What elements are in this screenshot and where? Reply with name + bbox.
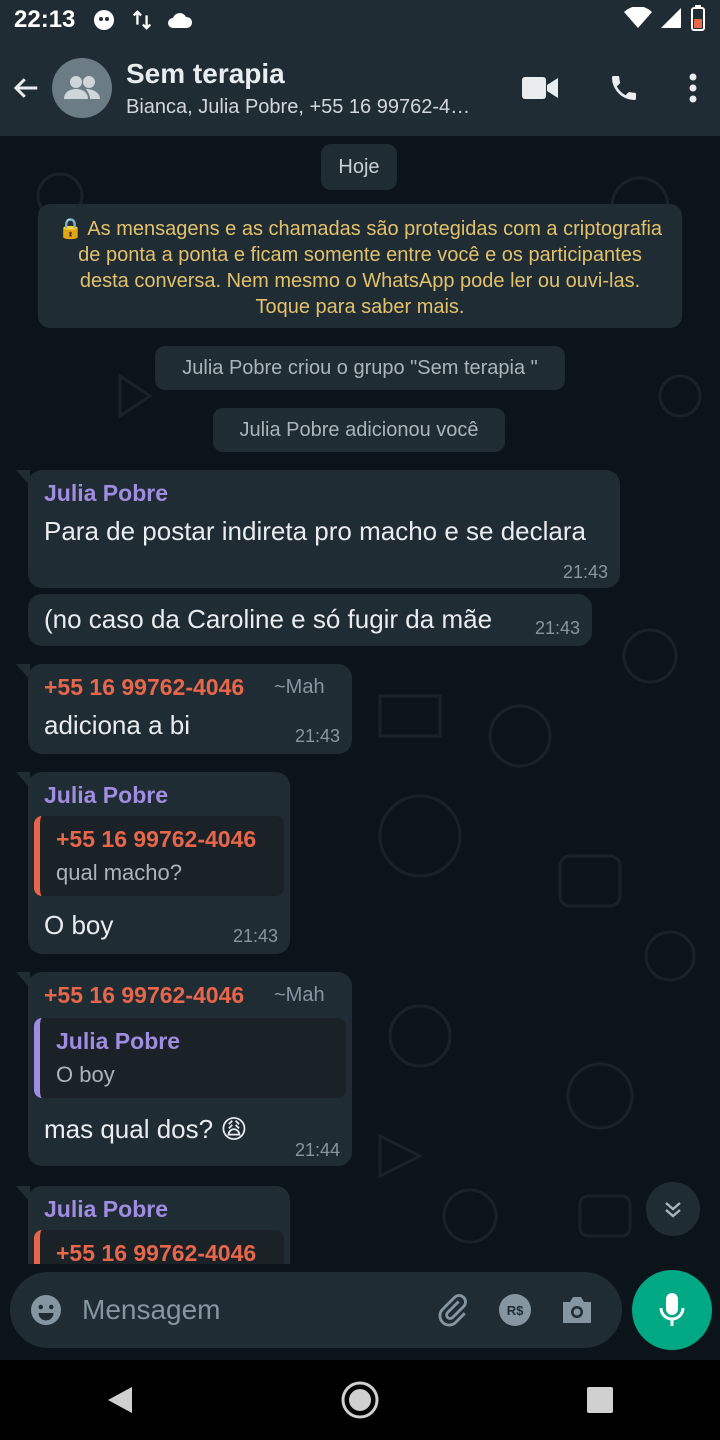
nav-home-button[interactable] — [320, 1360, 400, 1440]
message-composer: Mensagem R$ — [10, 1272, 622, 1348]
more-vert-icon — [689, 73, 697, 103]
back-button[interactable] — [0, 40, 52, 136]
microphone-icon — [659, 1293, 685, 1326]
bubble-tail — [16, 1186, 30, 1202]
message-input[interactable]: Mensagem — [82, 1294, 422, 1326]
camera-icon — [563, 1297, 591, 1323]
message-sender[interactable]: Julia Pobre — [44, 1196, 168, 1223]
message-time: 21:43 — [534, 618, 580, 638]
emoji-button[interactable] — [24, 1288, 68, 1332]
bubble-tail — [16, 664, 30, 680]
square-recents-icon — [587, 1387, 613, 1413]
quoted-sender: +55 16 99762-4046 — [56, 1240, 257, 1264]
system-message: Julia Pobre criou o grupo "Sem terapia " — [155, 346, 565, 390]
signal-icon — [660, 7, 682, 34]
voice-message-button[interactable] — [632, 1270, 712, 1350]
paperclip-icon — [438, 1294, 467, 1327]
wifi-icon — [624, 5, 652, 34]
triangle-back-icon — [108, 1387, 132, 1413]
message-sender[interactable]: Julia Pobre — [44, 480, 168, 507]
message-bubble[interactable]: Julia Pobre +55 16 99762-4046 qual macho… — [16, 772, 290, 954]
cloud-icon — [167, 7, 193, 33]
quoted-message[interactable]: Julia Pobre O boy — [34, 1018, 346, 1098]
chat-header: Sem terapia Bianca, Julia Pobre, +55 16 … — [0, 40, 720, 136]
message-time: 21:43 — [294, 726, 340, 746]
video-call-button[interactable] — [498, 40, 582, 136]
bubble-tail — [16, 772, 30, 788]
message-text: Para de postar indireta pro macho e se d… — [44, 516, 586, 546]
chat-area[interactable]: Hoje 🔒 As mensagens e as chamadas são pr… — [0, 136, 720, 1264]
svg-text:R$: R$ — [507, 1303, 524, 1318]
message-sender[interactable]: +55 16 99762-4046 — [44, 982, 244, 1009]
arrow-left-icon — [13, 78, 38, 98]
message-bubble[interactable]: Julia Pobre Para de postar indireta pro … — [16, 470, 620, 588]
more-options-button[interactable] — [666, 40, 720, 136]
phone-icon — [612, 76, 636, 100]
quoted-message[interactable]: +55 16 99762-4046 qual macho? — [34, 816, 284, 896]
sender-pushname: ~Mah — [274, 676, 325, 698]
nav-back-button[interactable] — [80, 1360, 160, 1440]
quoted-text: O boy — [56, 1062, 115, 1087]
message-bubble[interactable]: Julia Pobre +55 16 99762-4046 — [16, 1186, 290, 1264]
message-time: 21:44 — [294, 1140, 340, 1160]
data-transfer-icon — [129, 7, 155, 33]
message-time: 21:43 — [562, 562, 608, 582]
payment-icon: R$ — [499, 1294, 531, 1326]
status-time: 22:13 — [14, 6, 76, 33]
sender-pushname: ~Mah — [274, 984, 325, 1006]
message-bubble[interactable]: +55 16 99762-4046 ~Mah Julia Pobre O boy… — [16, 972, 352, 1166]
message-text: adiciona a bi — [44, 710, 190, 740]
message-bubble[interactable]: (no caso da Caroline e só fugir da mãe 2… — [28, 594, 592, 646]
message-bubble[interactable]: +55 16 99762-4046 ~Mah adiciona a bi 21:… — [16, 664, 352, 754]
quoted-text: qual macho? — [56, 860, 182, 885]
quoted-sender: +55 16 99762-4046 — [56, 826, 257, 852]
camera-button[interactable] — [546, 1280, 608, 1340]
quoted-sender: Julia Pobre — [56, 1028, 180, 1054]
system-message: Julia Pobre adicionou você — [213, 408, 505, 452]
system-navigation-bar — [0, 1360, 720, 1440]
encryption-notice[interactable]: 🔒 As mensagens e as chamadas são protegi… — [38, 204, 682, 328]
chat-participants: Bianca, Julia Pobre, +55 16 99762-4… — [126, 95, 471, 118]
video-camera-icon — [522, 77, 558, 99]
chat-title: Sem terapia — [126, 57, 285, 89]
scroll-to-bottom-button[interactable] — [646, 1182, 700, 1236]
home-circle-icon — [341, 1381, 379, 1419]
battery-icon — [690, 4, 706, 36]
date-chip: Hoje — [321, 144, 397, 190]
double-chevron-down-icon — [665, 1202, 681, 1218]
nav-recents-button[interactable] — [560, 1360, 640, 1440]
bubble-tail — [16, 470, 30, 486]
quoted-message[interactable]: +55 16 99762-4046 — [34, 1230, 284, 1264]
message-text: (no caso da Caroline e só fugir da mãe — [44, 604, 493, 634]
message-sender[interactable]: +55 16 99762-4046 — [44, 674, 244, 701]
group-avatar[interactable] — [52, 58, 112, 118]
group-icon — [64, 76, 100, 99]
notification-app-icon — [91, 7, 117, 33]
status-bar: 22:13 — [0, 0, 720, 40]
emoji-icon — [31, 1295, 61, 1325]
message-time: 21:43 — [232, 926, 278, 946]
message-text: mas qual dos? 😩 — [44, 1114, 248, 1144]
chat-title-area[interactable]: Sem terapia Bianca, Julia Pobre, +55 16 … — [126, 58, 498, 119]
bubble-tail — [16, 972, 30, 988]
attach-button[interactable] — [422, 1280, 484, 1340]
message-sender[interactable]: Julia Pobre — [44, 782, 168, 809]
message-text: O boy — [44, 910, 114, 940]
payment-button[interactable]: R$ — [484, 1280, 546, 1340]
voice-call-button[interactable] — [582, 40, 666, 136]
